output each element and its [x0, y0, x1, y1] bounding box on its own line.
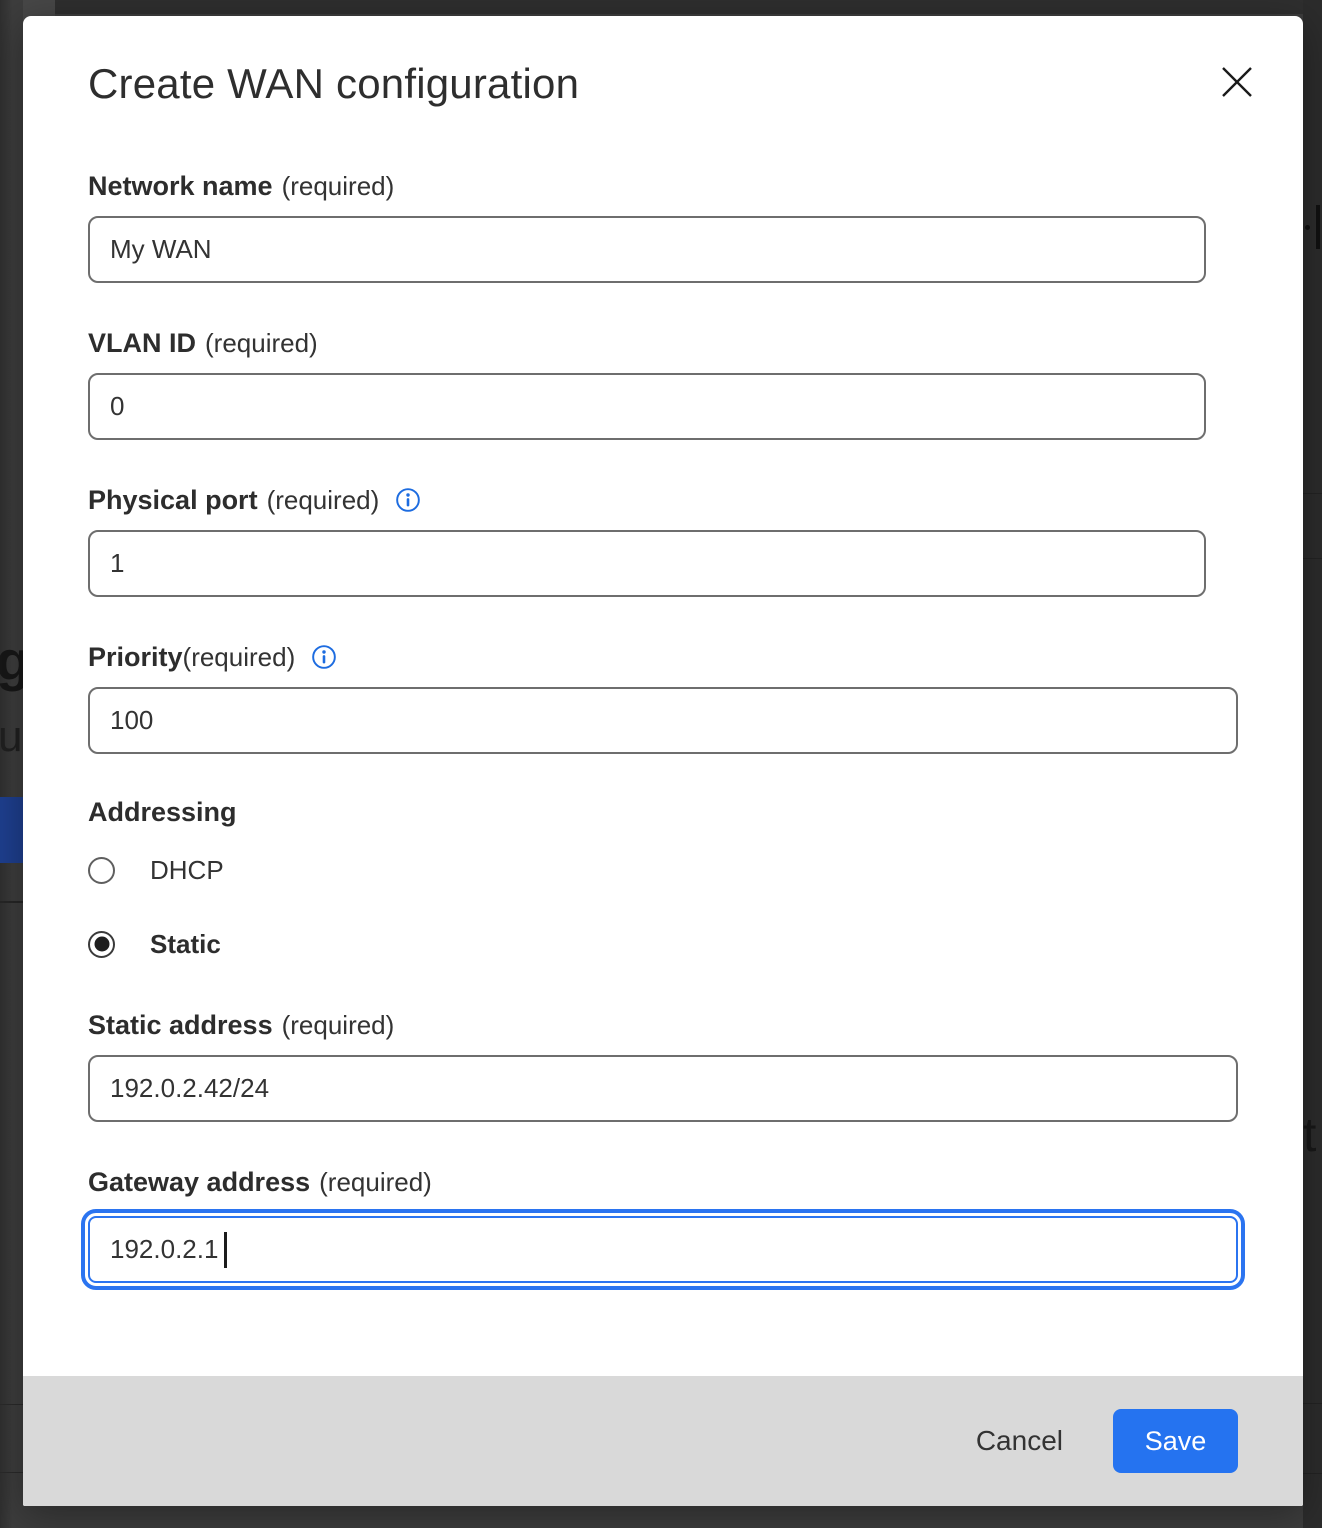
radio-option-dhcp[interactable]: DHCP — [88, 855, 1261, 885]
background-partial-text — [1305, 225, 1310, 230]
physical-port-input[interactable] — [88, 530, 1206, 597]
priority-label: Priority (required) — [88, 641, 1261, 673]
background-partial-button — [0, 797, 23, 863]
background-partial-text: t — [1303, 1108, 1316, 1163]
cancel-button[interactable]: Cancel — [958, 1415, 1081, 1467]
vlan-id-input[interactable] — [88, 373, 1206, 440]
background-divider — [1303, 1403, 1322, 1404]
gateway-address-input[interactable] — [88, 1216, 1238, 1283]
create-wan-configuration-dialog: Create WAN configuration Network name (r… — [23, 16, 1303, 1506]
dialog-body: Create WAN configuration Network name (r… — [23, 16, 1303, 1376]
radio-static-label: Static — [150, 929, 221, 960]
background-divider — [0, 1404, 23, 1405]
background-partial-text: u — [0, 712, 22, 762]
background-overlay-top — [55, 0, 1303, 14]
priority-input[interactable] — [88, 687, 1238, 754]
radio-selected-icon[interactable] — [88, 931, 115, 958]
gateway-address-label: Gateway address (required) — [88, 1166, 1261, 1198]
background-overlay-left: g u — [0, 0, 23, 1528]
gateway-address-field-focused — [88, 1216, 1238, 1283]
background-partial-text — [1316, 205, 1320, 249]
background-divider — [1303, 1473, 1322, 1474]
background-divider — [1303, 558, 1322, 559]
network-name-label: Network name (required) — [88, 170, 1261, 202]
radio-dhcp-label: DHCP — [150, 855, 224, 886]
vlan-id-label: VLAN ID (required) — [88, 327, 1261, 359]
info-icon[interactable] — [395, 487, 421, 513]
addressing-heading: Addressing — [88, 797, 1261, 828]
dialog-title: Create WAN configuration — [88, 60, 1261, 108]
info-icon[interactable] — [311, 644, 337, 670]
static-address-label: Static address (required) — [88, 1009, 1261, 1041]
background-divider — [1303, 493, 1322, 494]
background-overlay-right: t — [1303, 0, 1322, 1528]
text-caret — [224, 1232, 227, 1268]
background-divider — [0, 901, 23, 903]
save-button[interactable]: Save — [1113, 1409, 1238, 1473]
physical-port-label: Physical port (required) — [88, 484, 1261, 516]
static-address-input[interactable] — [88, 1055, 1238, 1122]
dialog-footer: Cancel Save — [23, 1376, 1303, 1506]
radio-unselected-icon[interactable] — [88, 857, 115, 884]
background-divider — [0, 1472, 23, 1473]
radio-option-static[interactable]: Static — [88, 929, 1261, 959]
background-partial-text: g — [0, 628, 23, 693]
network-name-input[interactable] — [88, 216, 1206, 283]
